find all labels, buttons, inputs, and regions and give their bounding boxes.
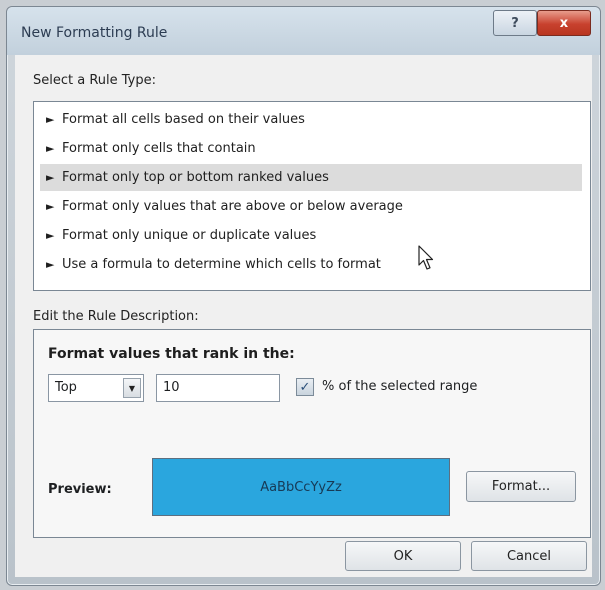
rule-type-item-all-cells[interactable]: ► Format all cells based on their values [40, 106, 582, 133]
top-bottom-select-value: Top [55, 380, 77, 395]
rank-count-input[interactable]: 10 [156, 374, 280, 402]
title-bar: New Formatting Rule ? x [7, 7, 600, 55]
close-icon: x [559, 15, 569, 31]
cancel-button[interactable]: Cancel [471, 541, 587, 571]
ok-button[interactable]: OK [345, 541, 461, 571]
rule-type-list: ► Format all cells based on their values … [33, 101, 591, 291]
preview-text: AaBbCcYyZz [260, 479, 342, 495]
help-button[interactable]: ? [493, 10, 537, 36]
top-bottom-select[interactable]: Top ▼ [48, 374, 144, 402]
rule-type-item-cells-contain[interactable]: ► Format only cells that contain [40, 135, 582, 162]
format-preview: AaBbCcYyZz [152, 458, 450, 516]
arrow-right-icon: ► [46, 113, 55, 126]
rule-type-label: Select a Rule Type: [33, 73, 157, 88]
arrow-right-icon: ► [46, 258, 55, 271]
arrow-right-icon: ► [46, 200, 55, 213]
checkmark-icon: ✓ [299, 379, 311, 395]
chevron-down-icon[interactable]: ▼ [123, 378, 141, 398]
rule-type-item-top-bottom[interactable]: ► Format only top or bottom ranked values [40, 164, 582, 191]
rule-type-item-formula[interactable]: ► Use a formula to determine which cells … [40, 251, 582, 278]
rule-type-item-above-below-average[interactable]: ► Format only values that are above or be… [40, 193, 582, 220]
arrow-right-icon: ► [46, 229, 55, 242]
new-formatting-rule-dialog: New Formatting Rule ? x Select a Rule Ty… [6, 6, 601, 586]
percent-label: % of the selected range [322, 379, 478, 394]
dialog-body: Select a Rule Type: ► Format all cells ba… [15, 55, 592, 577]
help-icon: ? [511, 15, 519, 31]
dialog-title: New Formatting Rule [21, 25, 168, 41]
rank-heading: Format values that rank in the: [48, 346, 295, 362]
preview-label: Preview: [48, 482, 112, 497]
rule-type-item-unique-duplicate[interactable]: ► Format only unique or duplicate values [40, 222, 582, 249]
close-button[interactable]: x [537, 10, 591, 36]
format-button[interactable]: Format... [466, 471, 576, 502]
mouse-cursor-icon [418, 245, 434, 270]
arrow-right-icon: ► [46, 142, 55, 155]
percent-checkbox[interactable]: ✓ [296, 378, 314, 396]
arrow-right-icon: ► [46, 171, 55, 184]
rule-description-panel: Format values that rank in the: Top ▼ 10… [33, 329, 591, 538]
rule-description-label: Edit the Rule Description: [33, 309, 199, 324]
